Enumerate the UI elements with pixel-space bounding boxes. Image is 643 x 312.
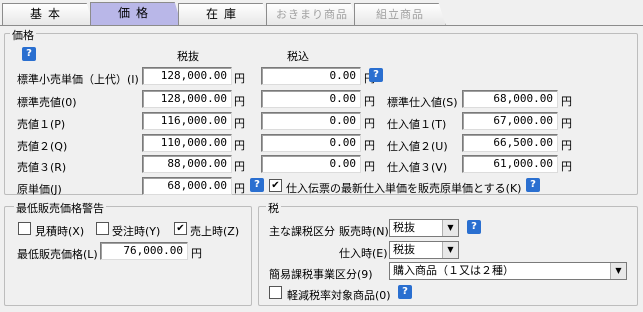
sale-price-2-label: 売値２(Q)	[17, 140, 68, 153]
yen-label: 円	[234, 72, 245, 85]
sales-tax-label: 販売時(N)	[339, 225, 389, 238]
yen-label: 円	[561, 95, 572, 108]
sale-label: 売上時(Z)	[190, 225, 240, 238]
purchase-3-input[interactable]: 61,000.00	[462, 155, 558, 173]
yen-label: 円	[234, 95, 245, 108]
order-checkbox[interactable]	[96, 222, 109, 235]
sale-price-2-excl-input[interactable]: 110,000.00	[142, 134, 232, 152]
yen-label: 円	[234, 160, 245, 173]
purchase-tax-select[interactable]: 税抜 ▼	[389, 241, 459, 259]
yen-label: 円	[561, 160, 572, 173]
yen-label: 円	[364, 117, 375, 130]
yen-label: 円	[191, 247, 202, 260]
tab-basic[interactable]: 基本	[2, 3, 94, 26]
sales-tax-value: 税抜	[393, 221, 415, 234]
std-sale-price-excl-input[interactable]: 128,000.00	[142, 90, 232, 108]
tab-assembly[interactable]: 組立商品	[354, 3, 446, 26]
main-tax-label: 主な課税区分	[269, 225, 335, 238]
tax-legend: 税	[266, 200, 281, 216]
chevron-down-icon: ▼	[442, 220, 458, 236]
latest-cost-checkbox[interactable]: ✔	[269, 179, 282, 192]
yen-label: 円	[364, 160, 375, 173]
cost-help-icon[interactable]: ?	[250, 178, 264, 192]
chevron-down-icon: ▼	[442, 242, 458, 258]
cost-price-input[interactable]: 68,000.00	[142, 177, 232, 195]
purchase-3-label: 仕入値３(V)	[387, 161, 448, 174]
std-sale-price-label: 標準売値(0)	[17, 96, 77, 109]
min-price-label: 最低販売価格(L)	[17, 248, 98, 261]
sales-tax-select[interactable]: 税抜 ▼	[389, 219, 459, 237]
yen-label: 円	[561, 117, 572, 130]
sale-price-2-incl-input[interactable]: 0.00	[261, 134, 361, 152]
col-excl-header: 税抜	[177, 50, 199, 63]
purchase-1-label: 仕入値１(T)	[387, 118, 447, 131]
std-purchase-input[interactable]: 68,000.00	[462, 90, 558, 108]
simple-tax-select[interactable]: 購入商品（１又は２種） ▼	[389, 262, 627, 280]
order-label: 受注時(Y)	[112, 225, 161, 238]
simple-tax-value: 購入商品（１又は２種）	[393, 264, 514, 277]
tab-baseline	[0, 25, 643, 26]
purchase-tax-value: 税抜	[393, 243, 415, 256]
retail-price-label: 標準小売単価（上代）(I)	[17, 73, 139, 86]
tab-stock-label: 在庫	[205, 7, 242, 21]
tab-price-label: 価格	[117, 6, 154, 20]
sale-price-3-label: 売値３(R)	[17, 161, 67, 174]
tab-standard-items-label: おきまり商品	[276, 8, 348, 21]
sale-price-1-excl-input[interactable]: 116,000.00	[142, 112, 232, 130]
std-sale-price-incl-input[interactable]: 0.00	[261, 90, 361, 108]
sale-price-3-incl-input[interactable]: 0.00	[261, 155, 361, 173]
purchase-2-label: 仕入値２(U)	[387, 140, 448, 153]
retail-price-excl-input[interactable]: 128,000.00	[142, 67, 232, 85]
estimate-label: 見積時(X)	[35, 225, 85, 238]
simple-tax-label: 簡易課税事業区分(9)	[269, 268, 373, 281]
latest-cost-label: 仕入伝票の最新仕入単価を販売原単価とする(K)	[286, 182, 522, 195]
latest-cost-help-icon[interactable]: ?	[526, 178, 540, 192]
tab-bar: 基本 価格 在庫 おきまり商品 組立商品	[0, 0, 643, 26]
min-price-input[interactable]: 76,000.00	[100, 242, 188, 260]
yen-label: 円	[561, 139, 572, 152]
reduced-tax-help-icon[interactable]: ?	[398, 285, 412, 299]
yen-label: 円	[234, 182, 245, 195]
yen-label: 円	[234, 139, 245, 152]
reduced-tax-checkbox[interactable]	[269, 286, 282, 299]
yen-label: 円	[364, 139, 375, 152]
chevron-down-icon: ▼	[610, 263, 626, 279]
std-purchase-label: 標準仕入値(S)	[387, 96, 458, 109]
price-help-icon[interactable]: ?	[22, 47, 36, 61]
tax-help-icon[interactable]: ?	[467, 220, 481, 234]
retail-price-incl-input[interactable]: 0.00	[261, 67, 361, 85]
tab-assembly-label: 組立商品	[376, 8, 424, 21]
price-legend: 価格	[10, 27, 36, 43]
tab-price[interactable]: 価格	[90, 2, 182, 26]
tab-standard-items[interactable]: おきまり商品	[266, 3, 358, 26]
sale-price-3-excl-input[interactable]: 88,000.00	[142, 155, 232, 173]
yen-label: 円	[364, 95, 375, 108]
tab-basic-label: 基本	[29, 7, 66, 21]
cost-price-label: 原単価(J)	[17, 183, 62, 196]
sale-price-1-incl-input[interactable]: 0.00	[261, 112, 361, 130]
col-incl-header: 税込	[287, 50, 309, 63]
sale-checkbox[interactable]: ✔	[174, 222, 187, 235]
sale-price-1-label: 売値１(P)	[17, 118, 66, 131]
purchase-2-input[interactable]: 66,500.00	[462, 134, 558, 152]
purchase-tax-label: 仕入時(E)	[339, 247, 388, 260]
tab-stock[interactable]: 在庫	[178, 3, 270, 26]
reduced-tax-label: 軽減税率対象商品(0)	[287, 289, 391, 302]
yen-label: 円	[234, 117, 245, 130]
min-price-legend: 最低販売価格警告	[14, 200, 106, 216]
estimate-checkbox[interactable]	[18, 222, 31, 235]
retail-help-icon[interactable]: ?	[369, 68, 383, 82]
purchase-1-input[interactable]: 67,000.00	[462, 112, 558, 130]
